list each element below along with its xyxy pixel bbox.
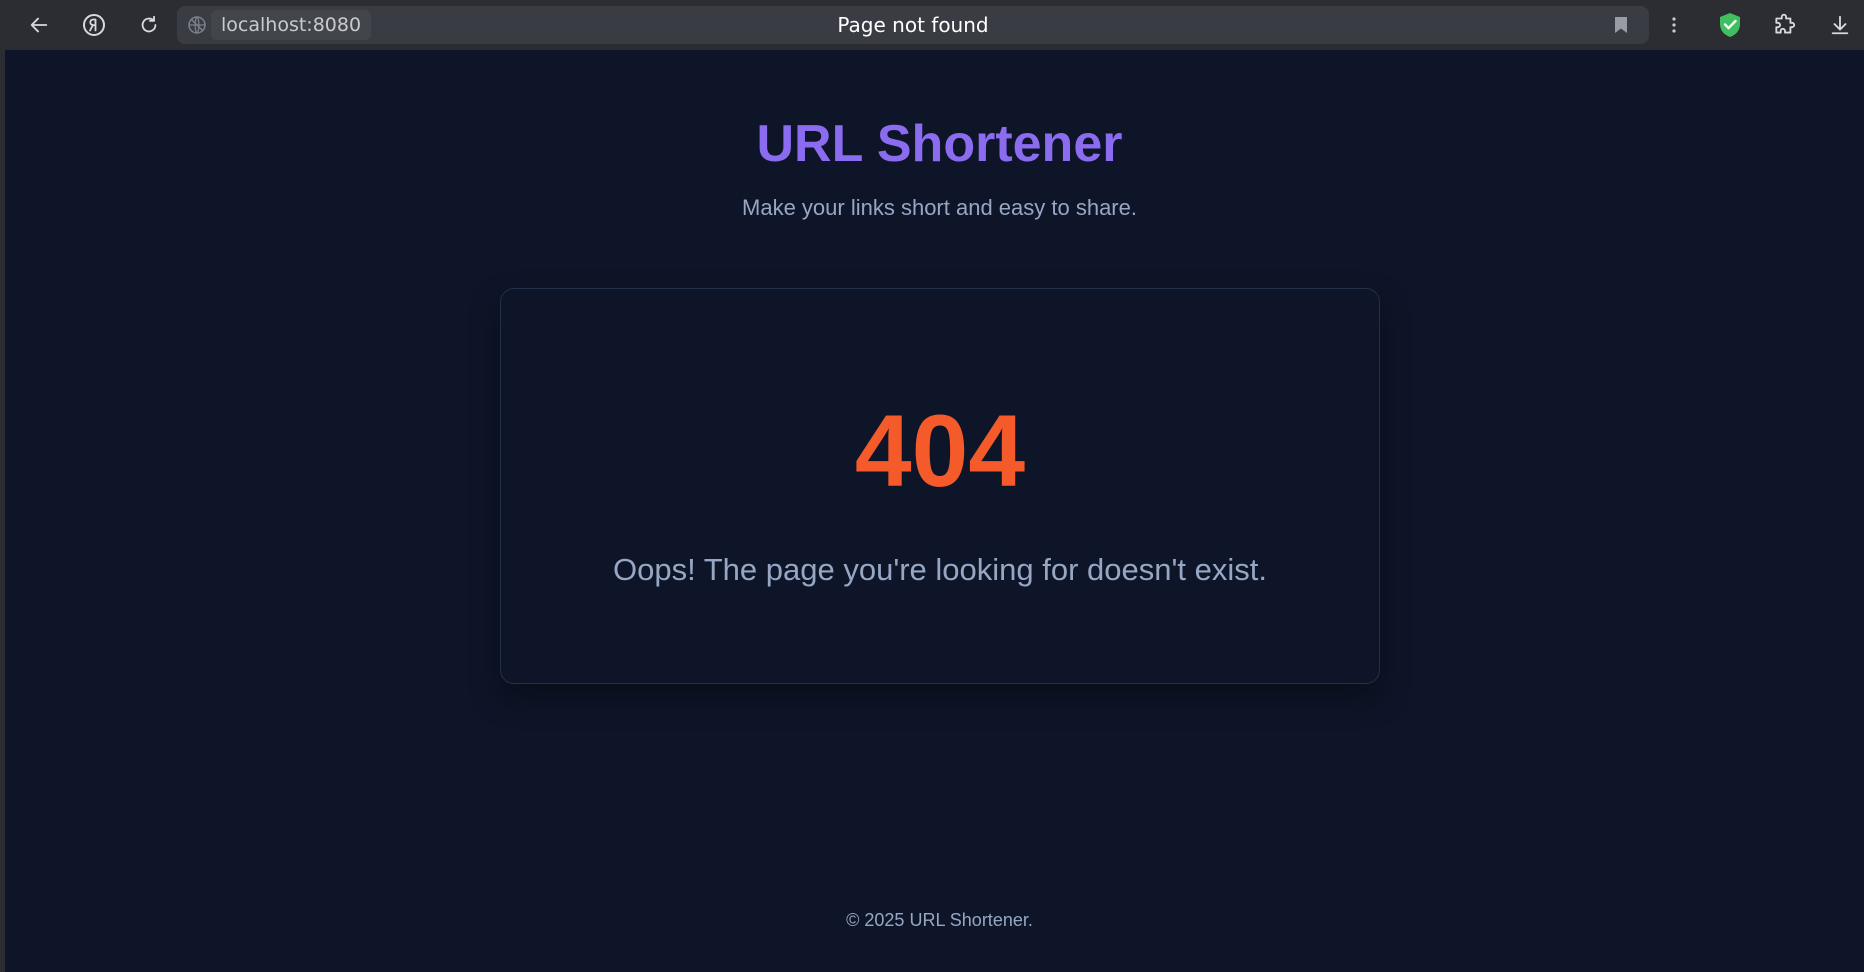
menu-button[interactable] — [1656, 8, 1692, 42]
yandex-icon — [83, 14, 105, 36]
arrow-left-icon — [30, 17, 48, 33]
extensions-button[interactable] — [1767, 8, 1803, 42]
reload-button[interactable] — [131, 8, 167, 42]
error-code: 404 — [854, 394, 1026, 508]
download-icon — [1831, 15, 1849, 35]
address-bar[interactable]: localhost:8080 Page not found — [177, 6, 1649, 44]
page-header: URL Shortener Make your links short and … — [10, 112, 1864, 222]
browser-toolbar: localhost:8080 Page not found — [5, 0, 1864, 50]
shield-check-icon — [1720, 13, 1740, 37]
bookmark-button[interactable] — [1609, 13, 1633, 37]
puzzle-icon — [1775, 13, 1796, 34]
home-button[interactable] — [76, 8, 112, 42]
downloads-button[interactable] — [1822, 8, 1858, 42]
tab-title: Page not found — [837, 13, 989, 37]
globe-icon[interactable] — [187, 15, 207, 35]
app-title: URL Shortener — [756, 115, 1123, 173]
app-subtitle: Make your links short and easy to share. — [742, 195, 1137, 220]
error-message: Oops! The page you're looking for doesn'… — [612, 552, 1268, 587]
page-content: URL Shortener Make your links short and … — [10, 50, 1864, 972]
protect-button[interactable] — [1712, 8, 1748, 42]
back-button[interactable] — [21, 8, 57, 42]
browser-window: localhost:8080 Page not found URL Shorte… — [0, 0, 1864, 972]
url-host[interactable]: localhost:8080 — [211, 10, 372, 40]
kebab-menu-icon — [1672, 17, 1676, 33]
error-card: 404 Oops! The page you're looking for do… — [500, 288, 1380, 684]
bookmark-icon — [1615, 17, 1627, 33]
page-title-in-address: Page not found — [177, 6, 1649, 44]
footer-copyright: © 2025 URL Shortener. — [846, 910, 1033, 930]
reload-icon — [141, 15, 157, 33]
